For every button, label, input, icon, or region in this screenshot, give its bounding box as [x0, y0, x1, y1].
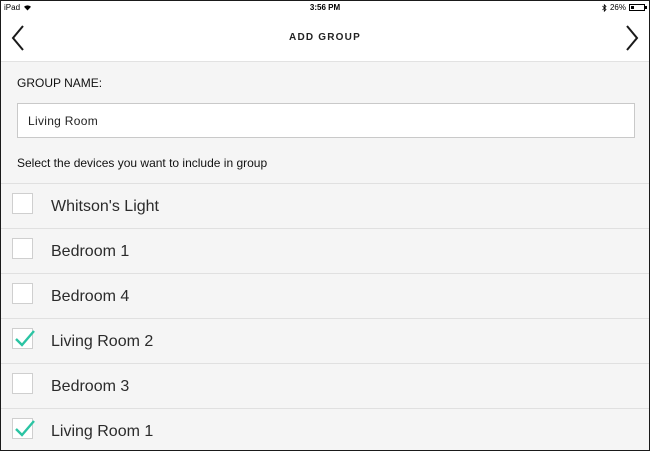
device-row[interactable]: Bedroom 1 [1, 229, 649, 274]
device-checkbox[interactable] [12, 193, 33, 214]
device-label: Bedroom 3 [51, 378, 130, 395]
device-checkbox[interactable] [12, 238, 33, 259]
status-right: 26% [602, 3, 647, 12]
device-checkbox[interactable] [12, 418, 35, 439]
chevron-right-icon [626, 25, 639, 51]
checkmark-icon [15, 330, 35, 347]
device-label: Living Room 2 [51, 333, 154, 350]
device-checkbox[interactable] [12, 328, 35, 349]
group-name-input[interactable] [17, 103, 635, 138]
device-label: Living Room 1 [51, 423, 154, 440]
device-row[interactable]: Living Room 1 [1, 409, 649, 450]
bluetooth-icon [602, 3, 607, 12]
status-time: 3:56 PM [309, 3, 341, 12]
checkmark-icon [15, 420, 35, 437]
page-title: ADD GROUP [289, 32, 361, 43]
battery-tip [645, 6, 647, 9]
device-row[interactable]: Bedroom 4 [1, 274, 649, 319]
device-list: Whitson's Light Bedroom 1 Bedroom 4 Living … [1, 183, 649, 450]
battery-level-fill [631, 6, 634, 9]
device-label: Whitson's Light [51, 198, 159, 215]
group-name-label: GROUP NAME: [17, 76, 103, 90]
instructions-text: Select the devices you want to include i… [17, 156, 268, 170]
forward-button[interactable] [621, 24, 641, 52]
battery-icon [629, 4, 647, 11]
device-label: Bedroom 1 [51, 243, 130, 260]
device-checkbox[interactable] [12, 283, 33, 304]
device-row[interactable]: Bedroom 3 [1, 364, 649, 409]
device-row[interactable]: Living Room 2 [1, 319, 649, 364]
device-row[interactable]: Whitson's Light [1, 184, 649, 229]
device-checkbox[interactable] [12, 373, 33, 394]
battery-percent: 26% [609, 3, 626, 12]
status-bar: iPad 3:56 PM 26% [1, 1, 649, 14]
app-window: iPad 3:56 PM 26% ADD GROUP GROUP NAME: L… [0, 0, 650, 451]
device-label: Bedroom 4 [51, 288, 130, 305]
nav-bar: ADD GROUP [1, 14, 649, 62]
